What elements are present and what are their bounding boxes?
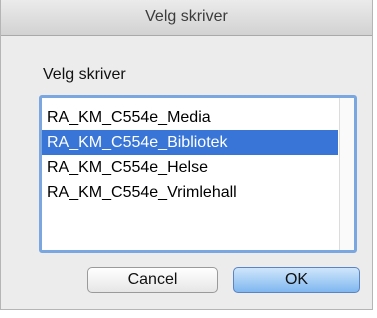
cancel-button[interactable]: Cancel [87, 267, 218, 293]
ok-button[interactable]: OK [233, 267, 360, 293]
printer-item-vrimlehall[interactable]: RA_KM_C554e_Vrimlehall [42, 180, 338, 205]
list-scrollbar[interactable] [339, 98, 354, 250]
printer-listbox[interactable]: RA_KM_C554e_Media RA_KM_C554e_Bibliotek … [39, 95, 357, 253]
printer-item-helse[interactable]: RA_KM_C554e_Helse [42, 155, 338, 180]
printer-dialog: Velg skriver Velg skriver RA_KM_C554e_Me… [0, 0, 373, 310]
prompt-label: Velg skriver [43, 66, 126, 83]
title-bar[interactable]: Velg skriver [1, 0, 372, 36]
window-title: Velg skriver [145, 8, 228, 25]
printer-item-media[interactable]: RA_KM_C554e_Media [42, 105, 338, 130]
printer-list: RA_KM_C554e_Media RA_KM_C554e_Bibliotek … [42, 105, 338, 205]
printer-item-bibliotek[interactable]: RA_KM_C554e_Bibliotek [42, 130, 338, 155]
